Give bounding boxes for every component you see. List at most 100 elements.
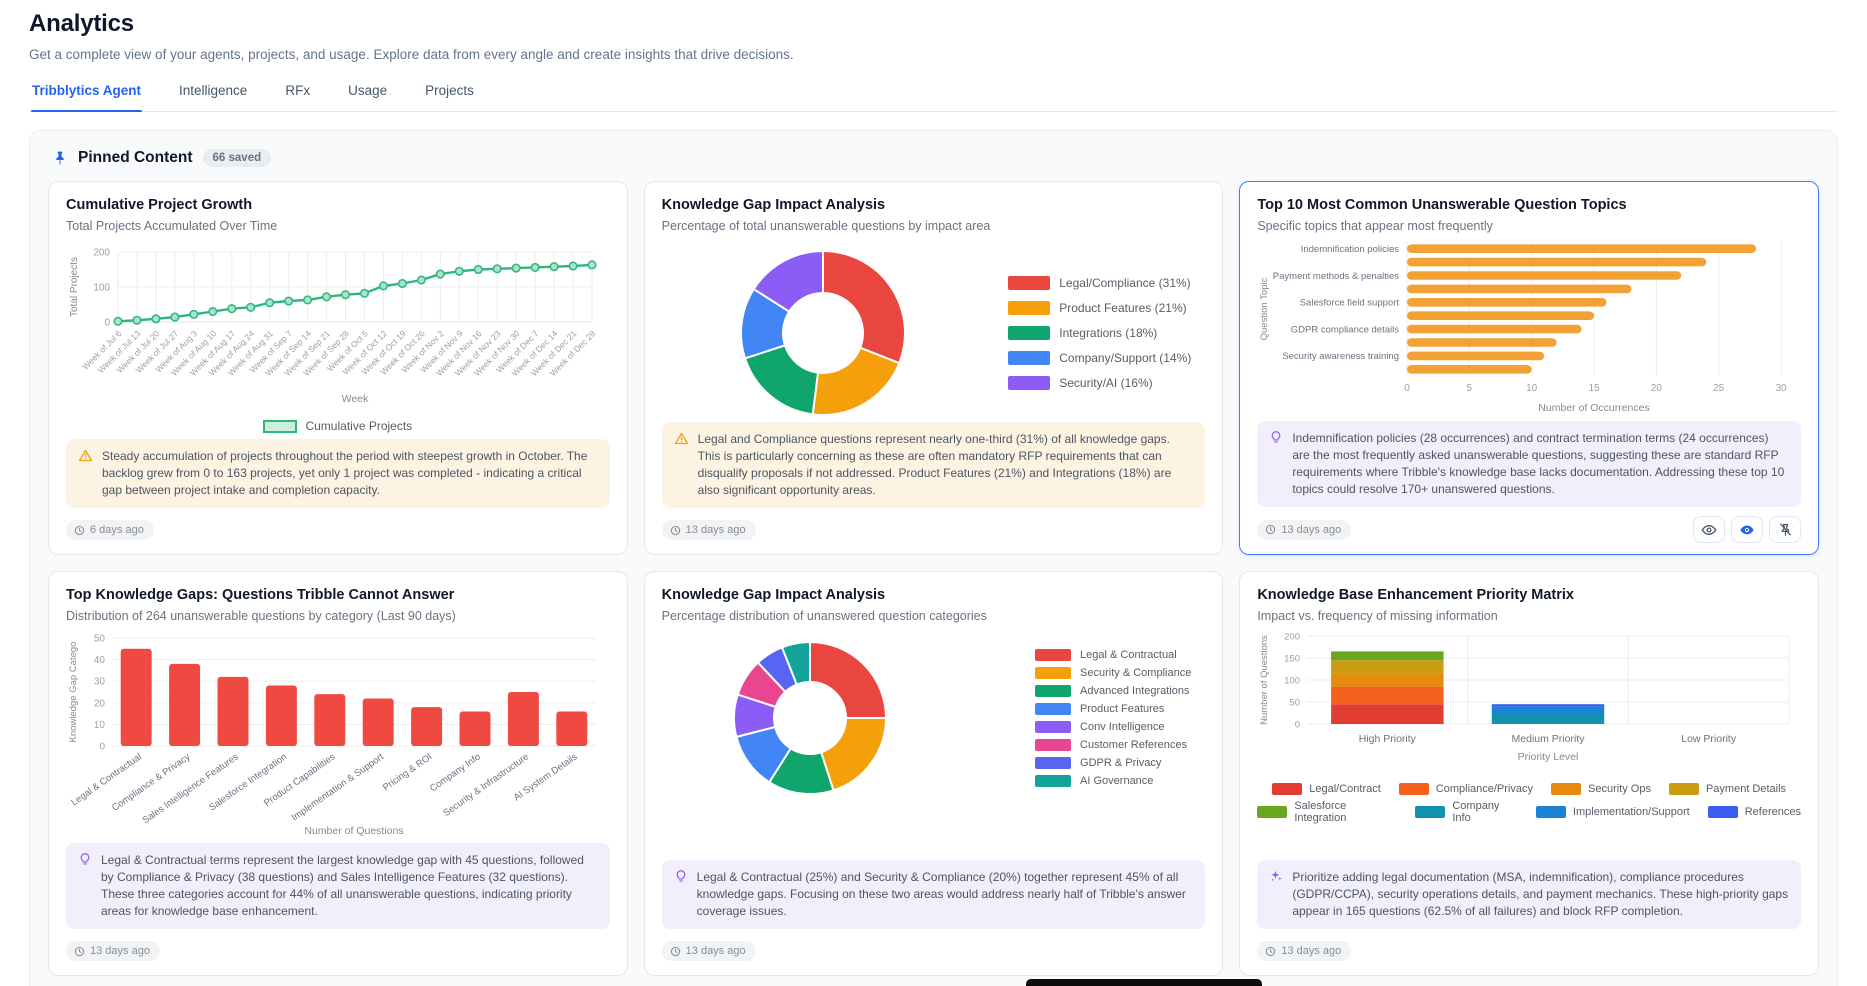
- card-knowledge-base-enhancement-priority-matrix-5[interactable]: Knowledge Base Enhancement Priority Matr…: [1239, 571, 1819, 976]
- svg-text:Pricing & ROI: Pricing & ROI: [381, 752, 434, 794]
- legend-row: Legal/ContractCompliance/PrivacySecurity…: [1272, 783, 1786, 795]
- timestamp-text: 13 days ago: [1281, 945, 1341, 957]
- donut-chart-row: Legal & ContractualSecurity & Compliance…: [662, 634, 1206, 802]
- card-subtitle: Total Projects Accumulated Over Time: [66, 219, 610, 233]
- legend-label: Security/AI (16%): [1059, 376, 1152, 390]
- timestamp-text: 6 days ago: [90, 524, 144, 536]
- svg-text:Week: Week: [342, 393, 369, 405]
- legend-swatch: [1035, 775, 1071, 787]
- page-subtitle: Get a complete view of your agents, proj…: [29, 47, 1838, 62]
- card-chart: 01020304050Legal & ContractualCompliance…: [66, 628, 610, 843]
- card-footer: 13 days ago: [1257, 938, 1801, 964]
- svg-text:Security & Infrastructure: Security & Infrastructure: [441, 752, 531, 819]
- card-chart: 051015202530Indemnification policiesPaym…: [1257, 238, 1801, 419]
- donut-chart: [726, 634, 894, 802]
- svg-text:5: 5: [1467, 383, 1473, 394]
- legend-item: Product Features: [1035, 703, 1191, 715]
- insight-text: Legal & Contractual terms represent the …: [101, 852, 598, 920]
- horizontal-bar-chart: 051015202530Indemnification policiesPaym…: [1257, 238, 1797, 414]
- pin-icon: [52, 150, 68, 166]
- legend-label: Implementation/Support: [1573, 806, 1690, 818]
- chart-legend: Legal/ContractCompliance/PrivacySecurity…: [1257, 783, 1801, 824]
- insight-text: Legal & Contractual (25%) and Security &…: [697, 869, 1194, 920]
- pinned-content-panel: Pinned Content 66 saved Cumulative Proje…: [29, 130, 1838, 986]
- legend-label: Payment Details: [1706, 783, 1786, 795]
- legend-item: Security/AI (16%): [1008, 376, 1191, 390]
- donut-chart: [734, 244, 912, 422]
- card-cumulative-project-growth-0[interactable]: Cumulative Project GrowthTotal Projects …: [48, 181, 628, 555]
- card-knowledge-gap-impact-analysis-1[interactable]: Knowledge Gap Impact AnalysisPercentage …: [644, 181, 1224, 555]
- card-footer: 13 days ago: [662, 938, 1206, 964]
- tab-intelligence[interactable]: Intelligence: [178, 79, 248, 111]
- card-footer: 13 days ago: [662, 517, 1206, 543]
- svg-text:Medium Priority: Medium Priority: [1512, 733, 1586, 745]
- timestamp-text: 13 days ago: [1281, 524, 1341, 536]
- tab-tribblytics-agent[interactable]: Tribblytics Agent: [31, 79, 142, 111]
- card-title: Top 10 Most Common Unanswerable Question…: [1257, 197, 1801, 213]
- svg-text:Salesforce field support: Salesforce field support: [1300, 298, 1400, 309]
- legend-swatch: [1035, 685, 1071, 697]
- svg-text:Number of Questions: Number of Questions: [1259, 635, 1270, 725]
- legend-item: AI Governance: [1035, 775, 1191, 787]
- bar-chart: 01020304050Legal & ContractualCompliance…: [66, 628, 606, 838]
- insight-box: Indemnification policies (28 occurrences…: [1257, 421, 1801, 507]
- svg-text:Implementation & Support: Implementation & Support: [290, 751, 387, 823]
- legend-item: Company/Support (14%): [1008, 351, 1191, 365]
- insight-box: Legal & Contractual (25%) and Security &…: [662, 860, 1206, 929]
- view-button[interactable]: [1693, 516, 1725, 543]
- cards-grid: Cumulative Project GrowthTotal Projects …: [48, 181, 1819, 976]
- insight-text: Legal and Compliance questions represent…: [698, 431, 1194, 499]
- analytics-page: Analytics Get a complete view of your ag…: [0, 0, 1867, 986]
- svg-text:25: 25: [1713, 383, 1725, 394]
- legend-item: Security Ops: [1551, 783, 1651, 795]
- svg-text:Payment methods & penalties: Payment methods & penalties: [1273, 271, 1399, 282]
- tab-projects[interactable]: Projects: [424, 79, 475, 111]
- legend-item: GDPR & Privacy: [1035, 757, 1191, 769]
- svg-text:50: 50: [94, 634, 106, 645]
- tab-usage[interactable]: Usage: [347, 79, 388, 111]
- svg-text:Indemnification policies: Indemnification policies: [1301, 244, 1399, 255]
- stacked-bar-chart: 050100150200High PriorityMedium Priority…: [1257, 628, 1797, 774]
- eye-filled-icon: [1739, 522, 1755, 538]
- legend-item: Compliance/Privacy: [1399, 783, 1533, 795]
- tab-rfx[interactable]: RFx: [284, 79, 311, 111]
- legend-item: Advanced Integrations: [1035, 685, 1191, 697]
- donut-chart-row: Legal/Compliance (31%) Product Features (…: [662, 244, 1206, 422]
- timestamp-text: 13 days ago: [686, 945, 746, 957]
- card-footer: 13 days ago: [66, 938, 610, 964]
- legend-item: References: [1708, 800, 1801, 824]
- svg-text:200: 200: [93, 248, 110, 259]
- legend-swatch: [1035, 757, 1071, 769]
- svg-text:Number of Questions: Number of Questions: [304, 825, 403, 837]
- legend-swatch: [1008, 326, 1050, 340]
- svg-text:Sales Intelligence Features: Sales Intelligence Features: [141, 751, 241, 826]
- legend-label: Legal/Compliance (31%): [1059, 276, 1190, 290]
- timestamp-badge: 13 days ago: [662, 941, 756, 961]
- card-footer: 6 days ago: [66, 517, 610, 543]
- unpin-button[interactable]: [1769, 516, 1801, 543]
- svg-text:20: 20: [1651, 383, 1663, 394]
- svg-text:Total Projects: Total Projects: [69, 257, 80, 317]
- card-top-10-most-common-unanswerable-question-topics-2[interactable]: Top 10 Most Common Unanswerable Question…: [1239, 181, 1819, 555]
- clock-icon: [1265, 524, 1276, 535]
- legend-swatch: [1536, 806, 1566, 818]
- card-title: Knowledge Gap Impact Analysis: [662, 587, 1206, 603]
- legend-swatch: [1035, 721, 1071, 733]
- legend-swatch: [1272, 783, 1302, 795]
- legend-item: Integrations (18%): [1008, 326, 1191, 340]
- legend-item: Customer References: [1035, 739, 1191, 751]
- card-title: Top Knowledge Gaps: Questions Tribble Ca…: [66, 587, 610, 603]
- card-chart: 0100200Week of Jul 6Week of Jul 13Week o…: [66, 238, 610, 435]
- page-title: Analytics: [29, 10, 1838, 38]
- legend-swatch: [1035, 649, 1071, 661]
- pin-off-icon: [1778, 522, 1793, 537]
- card-top-knowledge-gaps-questions-tribble-cannot-answer-3[interactable]: Top Knowledge Gaps: Questions Tribble Ca…: [48, 571, 628, 976]
- highlight-button[interactable]: [1731, 516, 1763, 543]
- card-knowledge-gap-impact-analysis-4[interactable]: Knowledge Gap Impact AnalysisPercentage …: [644, 571, 1224, 976]
- legend-item: Company Info: [1415, 800, 1518, 824]
- legend-label: Advanced Integrations: [1080, 685, 1189, 697]
- svg-text:Question Topic: Question Topic: [1259, 277, 1270, 340]
- chart-legend: Legal & ContractualSecurity & Compliance…: [1035, 649, 1191, 787]
- legend-swatch: [1551, 783, 1581, 795]
- legend-label: Product Features (21%): [1059, 301, 1186, 315]
